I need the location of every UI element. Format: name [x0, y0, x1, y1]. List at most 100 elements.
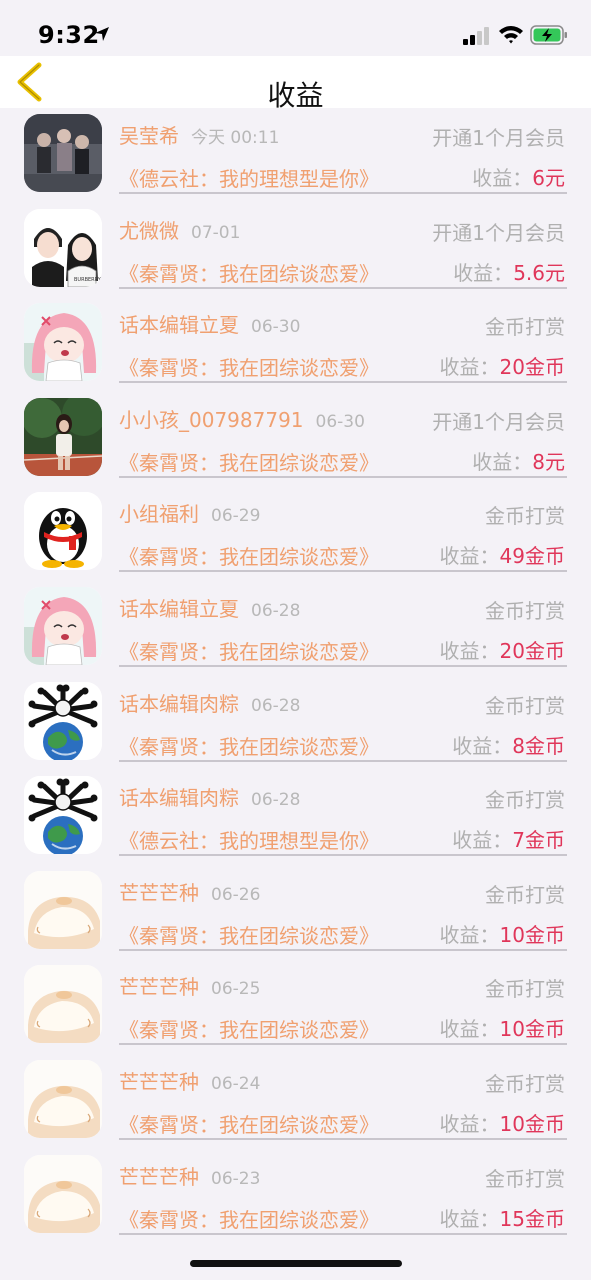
earning: 收益：8元 — [472, 446, 565, 475]
user-name-line: 话本编辑肉粽 06-28 — [119, 782, 300, 811]
earnings-row[interactable]: 芒芒芒种 06-25 金币打赏 《秦霄贤：我在团综谈恋爱》 收益：10金币 — [0, 959, 591, 1054]
user-name-line: 吴莹希 今天 00:11 — [119, 120, 279, 149]
record-type: 金币打赏 — [485, 693, 565, 718]
record-type: 金币打赏 — [485, 977, 565, 1002]
earning-label: 收益： — [439, 1206, 500, 1231]
outdoor-photo-avatar[interactable] — [24, 397, 102, 476]
earning-value: 8元 — [532, 449, 565, 474]
bun-avatar[interactable] — [24, 965, 102, 1044]
user-name: 芒芒芒种 — [119, 1164, 199, 1189]
penguin-avatar[interactable] — [24, 492, 102, 571]
earnings-row[interactable]: 芒芒芒种 06-24 金币打赏 《秦霄贤：我在团综谈恋爱》 收益：10金币 — [0, 1054, 591, 1149]
record-date: 07-01 — [191, 222, 241, 243]
earning-value: 7金币 — [512, 828, 565, 853]
divider — [119, 1232, 567, 1235]
record-type: 金币打赏 — [485, 1071, 565, 1096]
earnings-row[interactable]: 小小孩_007987791 06-30 开通1个月会员 《秦霄贤：我在团综谈恋爱》… — [0, 392, 591, 487]
bun-avatar[interactable] — [24, 1059, 102, 1138]
user-name-line: 芒芒芒种 06-25 — [119, 971, 260, 1000]
earnings-row[interactable]: BURBERRY 尤微微 07-01 开通1个月会员 《秦霄贤：我在团综谈恋爱》 … — [0, 203, 591, 298]
work-title[interactable]: 《秦霄贤：我在团综谈恋爱》 — [119, 920, 379, 949]
location-arrow-icon — [95, 27, 109, 41]
earnings-row[interactable]: 小组福利 06-29 金币打赏 《秦霄贤：我在团综谈恋爱》 收益：49金币 — [0, 486, 591, 581]
divider — [119, 759, 567, 762]
status-bar: 9:32 — [0, 0, 591, 56]
divider — [119, 192, 567, 194]
user-name: 芒芒芒种 — [119, 1069, 199, 1094]
earning-label: 收益： — [439, 355, 500, 380]
divider — [119, 948, 567, 951]
earnings-row[interactable]: 吴莹希 今天 00:11 开通1个月会员 《德云社：我的理想型是你》 收益：6元 — [0, 108, 591, 203]
work-title[interactable]: 《秦霄贤：我在团综谈恋爱》 — [119, 731, 379, 760]
earning: 收益：20金币 — [440, 351, 565, 380]
earth-bones-avatar[interactable] — [24, 776, 102, 855]
earning-label: 收益： — [453, 260, 514, 285]
user-name: 小小孩_007987791 — [119, 407, 304, 432]
anime-girl-avatar[interactable] — [24, 586, 102, 665]
work-title[interactable]: 《秦霄贤：我在团综谈恋爱》 — [119, 352, 379, 381]
record-date: 06-24 — [211, 1073, 261, 1094]
cellular-signal-icon — [463, 27, 489, 45]
record-date: 06-30 — [315, 411, 365, 432]
earnings-row[interactable]: 话本编辑立夏 06-30 金币打赏 《秦霄贤：我在团综谈恋爱》 收益：20金币 — [0, 297, 591, 392]
record-type: 开通1个月会员 — [432, 126, 565, 150]
divider — [119, 1043, 567, 1046]
bun-avatar[interactable] — [24, 870, 102, 949]
user-name: 话本编辑肉粽 — [119, 691, 239, 716]
anime-girl-icon — [24, 586, 102, 665]
work-title[interactable]: 《秦霄贤：我在团综谈恋爱》 — [119, 541, 379, 570]
earning: 收益：7金币 — [452, 824, 565, 853]
earning: 收益：10金币 — [440, 1108, 565, 1137]
work-title[interactable]: 《秦霄贤：我在团综谈恋爱》 — [119, 1014, 379, 1043]
earning-label: 收益： — [439, 1111, 500, 1136]
user-name-line: 话本编辑立夏 06-28 — [119, 593, 300, 622]
earnings-row[interactable]: 话本编辑立夏 06-28 金币打赏 《秦霄贤：我在团综谈恋爱》 收益：20金币 — [0, 581, 591, 676]
earnings-row[interactable]: 话本编辑肉粽 06-28 金币打赏 《秦霄贤：我在团综谈恋爱》 收益：8金币 — [0, 676, 591, 771]
work-title[interactable]: 《秦霄贤：我在团综谈恋爱》 — [119, 1204, 379, 1233]
photo-avatar[interactable] — [24, 114, 102, 192]
earnings-row[interactable]: 芒芒芒种 06-26 金币打赏 《秦霄贤：我在团综谈恋爱》 收益：10金币 — [0, 865, 591, 960]
anime-girl-avatar[interactable] — [24, 303, 102, 382]
bun-icon — [24, 965, 102, 1044]
divider — [119, 1137, 567, 1140]
penguin-icon — [24, 492, 102, 571]
work-title[interactable]: 《德云社：我的理想型是你》 — [119, 825, 379, 854]
earning: 收益：49金币 — [440, 540, 565, 569]
work-title[interactable]: 《德云社：我的理想型是你》 — [119, 163, 379, 192]
divider — [119, 475, 567, 478]
svg-text:BURBERRY: BURBERRY — [74, 277, 102, 283]
status-time: 9:32 — [38, 21, 100, 49]
work-title[interactable]: 《秦霄贤：我在团综谈恋爱》 — [119, 636, 379, 665]
work-title[interactable]: 《秦霄贤：我在团综谈恋爱》 — [119, 447, 379, 476]
record-type: 开通1个月会员 — [432, 409, 565, 434]
earning-value: 5.6元 — [513, 260, 565, 285]
earnings-row[interactable]: 话本编辑肉粽 06-28 金币打赏 《德云社：我的理想型是你》 收益：7金币 — [0, 770, 591, 865]
user-name-line: 芒芒芒种 06-23 — [119, 1161, 260, 1190]
earth-bones-avatar[interactable] — [24, 681, 102, 760]
earning: 收益：20金币 — [440, 635, 565, 664]
earnings-row[interactable]: 芒芒芒种 06-23 金币打赏 《秦霄贤：我在团综谈恋爱》 收益：15金币 — [0, 1149, 591, 1244]
work-title[interactable]: 《秦霄贤：我在团综谈恋爱》 — [119, 1109, 379, 1138]
user-name: 话本编辑肉粽 — [119, 786, 239, 811]
anime-girl-icon — [24, 303, 102, 382]
bun-avatar[interactable] — [24, 1154, 102, 1233]
earning-value: 10金币 — [499, 922, 565, 947]
couple-cartoon-avatar[interactable]: BURBERRY — [24, 208, 102, 287]
record-date: 今天 00:11 — [191, 128, 280, 148]
earning-label: 收益： — [472, 166, 533, 190]
user-name-line: 芒芒芒种 06-26 — [119, 877, 260, 906]
nav-bar: 收益 — [0, 56, 591, 112]
user-name: 话本编辑立夏 — [119, 313, 239, 338]
record-date: 06-26 — [211, 884, 261, 905]
home-indicator[interactable] — [190, 1260, 402, 1267]
bun-icon — [24, 1154, 102, 1233]
divider — [119, 854, 567, 857]
work-title[interactable]: 《秦霄贤：我在团综谈恋爱》 — [119, 258, 379, 287]
bun-icon — [24, 1059, 102, 1138]
earning-value: 6元 — [532, 166, 565, 190]
user-name-line: 话本编辑立夏 06-30 — [119, 309, 300, 338]
user-name: 小组福利 — [119, 502, 199, 527]
record-date: 06-23 — [211, 1168, 261, 1189]
record-type: 开通1个月会员 — [432, 220, 565, 245]
user-name: 尤微微 — [119, 218, 179, 243]
